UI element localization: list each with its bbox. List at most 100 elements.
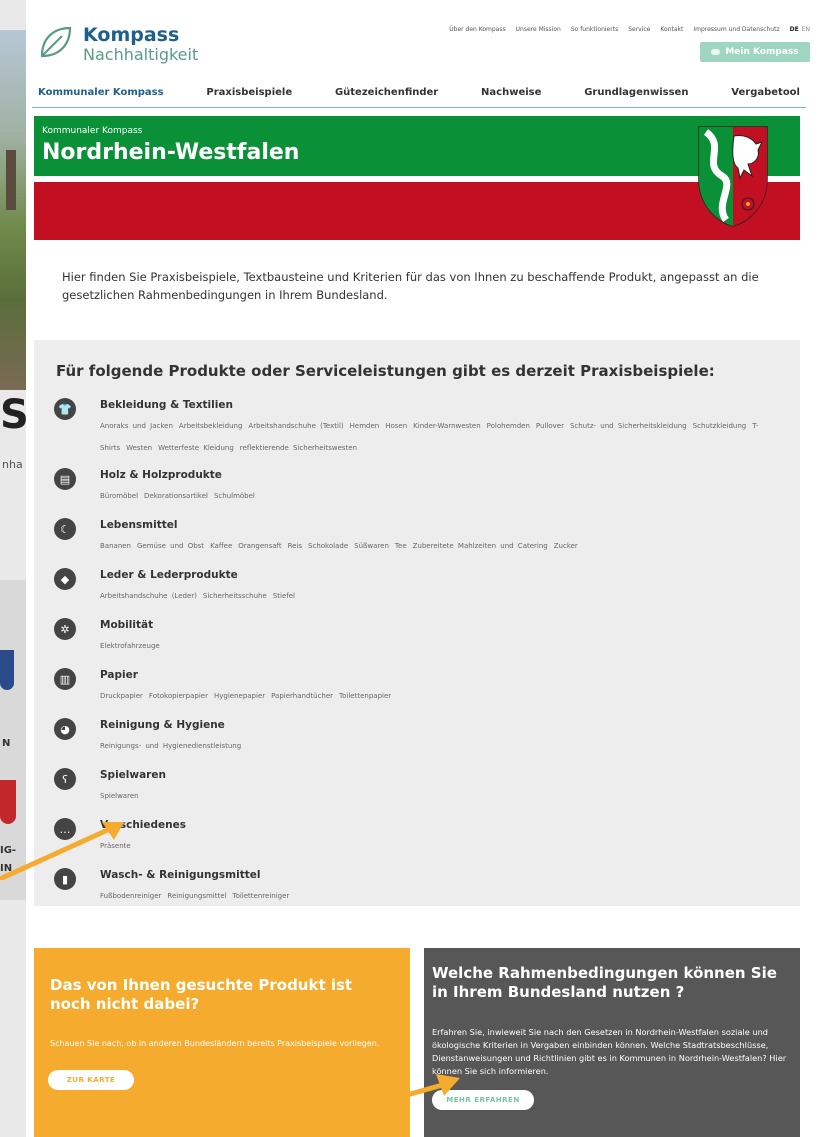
mehr-erfahren-button[interactable]: MEHR ERFAHREN <box>432 1090 534 1110</box>
nav-item-kommunaler-kompass[interactable]: Kommunaler Kompass <box>38 87 164 98</box>
category-items: Druckpapier Fotokopierpapier Hygienepapier… <box>100 685 790 707</box>
nav-item-vergabetool[interactable]: Vergabetool <box>731 87 800 98</box>
framework-text: Erfahren Sie, inwieweit Sie nach den Ges… <box>432 1027 787 1076</box>
product-link[interactable]: Präsente <box>100 842 131 850</box>
product-link[interactable]: Papierhandtücher <box>271 692 333 700</box>
top-link-mission[interactable]: Unsere Mission <box>516 26 561 33</box>
product-link[interactable]: Arbeitsbekleidung <box>179 422 243 430</box>
product-link[interactable]: Dekorationsartikel <box>144 492 208 500</box>
product-link[interactable]: Schutzkleidung <box>693 422 747 430</box>
category-items: Arbeitshandschuhe (Leder) Sicherheitsschu… <box>100 585 790 607</box>
product-link[interactable]: Schutz- und Sicherheitskleidung <box>570 422 687 430</box>
product-link[interactable]: Fußbodenreiniger <box>100 892 161 900</box>
category-title[interactable]: Holz & Holzprodukte <box>100 469 222 481</box>
product-link[interactable]: Zucker <box>554 542 578 550</box>
chat-bubble-icon <box>711 49 721 55</box>
category-title[interactable]: Papier <box>100 669 138 681</box>
nav-item-nachweise[interactable]: Nachweise <box>481 87 541 98</box>
product-link[interactable]: Toilettenreiniger <box>232 892 289 900</box>
product-link[interactable]: reflektierende Sicherheitswesten <box>240 444 357 452</box>
top-link-how[interactable]: So funktionierts <box>571 26 618 33</box>
category-items: Elektrofahrzeuge <box>100 635 790 657</box>
mein-kompass-label: Mein Kompass <box>725 47 799 57</box>
paper-icon: ▥ <box>54 668 76 690</box>
product-link[interactable]: Hygienepapier <box>214 692 265 700</box>
product-link[interactable]: Druckpapier <box>100 692 143 700</box>
product-link[interactable]: Reinigungs- und Hygienedienstleistung <box>100 742 241 750</box>
product-link[interactable]: Bananen <box>100 542 131 550</box>
category-title[interactable]: Mobilität <box>100 619 153 631</box>
leaf-logo-icon[interactable] <box>36 22 76 62</box>
hero-banner: Kommunaler Kompass Nordrhein-Westfalen <box>34 116 800 176</box>
category-title[interactable]: Spielwaren <box>100 769 166 781</box>
background-text-fragment: nha <box>2 458 23 471</box>
products-panel: Für folgende Produkte oder Serviceleistu… <box>34 340 800 906</box>
top-link-service[interactable]: Service <box>628 26 650 33</box>
product-link[interactable]: Hosen <box>385 422 407 430</box>
mein-kompass-button[interactable]: Mein Kompass <box>700 42 810 62</box>
category-title[interactable]: Reinigung & Hygiene <box>100 719 225 731</box>
product-link[interactable]: Westen <box>126 444 152 452</box>
nrw-coat-of-arms-icon <box>698 126 768 227</box>
category-title[interactable]: Lebensmittel <box>100 519 177 531</box>
top-link-imprint[interactable]: Impressum und Datenschutz <box>693 26 779 33</box>
product-link[interactable]: Fotokopierpapier <box>149 692 208 700</box>
product-link[interactable]: Elektrofahrzeuge <box>100 642 160 650</box>
product-link[interactable]: Zubereitete Mahlzeiten und Catering <box>413 542 548 550</box>
logo-title[interactable]: Kompass <box>83 24 179 46</box>
wheel-icon: ✲ <box>54 618 76 640</box>
other-states-heading: Das von Ihnen gesuchte Produkt ist noch … <box>50 976 353 1013</box>
product-link[interactable]: Reinigungsmittel <box>167 892 226 900</box>
language-de[interactable]: DE <box>790 26 799 33</box>
product-link[interactable]: Büromöbel <box>100 492 138 500</box>
top-link-about[interactable]: Über den Kompass <box>449 26 505 33</box>
background-crest-icon <box>0 780 16 824</box>
product-link[interactable]: Hemden <box>350 422 380 430</box>
product-link[interactable]: Schulmöbel <box>214 492 255 500</box>
teddy-icon: ʕ <box>54 768 76 790</box>
framework-box: Welche Rahmenbedingungen können Sie in I… <box>424 948 800 1137</box>
nav-item-guetezeichenfinder[interactable]: Gütezeichenfinder <box>335 87 438 98</box>
product-link[interactable]: Arbeitshandschuhe (Textil) <box>248 422 343 430</box>
product-link[interactable]: Gemüse und Obst <box>137 542 204 550</box>
intro-text: Hier finden Sie Praxisbeispiele, Textbau… <box>62 270 759 302</box>
product-link[interactable]: Wetterfeste Kleidung <box>158 444 234 452</box>
product-link[interactable]: Süßwaren <box>354 542 389 550</box>
top-link-contact[interactable]: Kontakt <box>660 26 683 33</box>
background-label-line: IN <box>0 863 13 874</box>
hero-subtitle: Kommunaler Kompass <box>42 126 143 136</box>
category-items: Reinigungs- und Hygienedienstleistung <box>100 735 790 757</box>
product-link[interactable]: Polohemden <box>487 422 530 430</box>
shirt-icon: 👕 <box>54 398 76 420</box>
background-crest-icon <box>0 650 14 690</box>
product-link[interactable]: Toilettenpapier <box>339 692 391 700</box>
product-link[interactable]: Pullover <box>536 422 564 430</box>
product-link[interactable]: Tee <box>395 542 407 550</box>
background-label-line: IG- <box>0 845 17 856</box>
category-title[interactable]: Leder & Lederprodukte <box>100 569 238 581</box>
wood-icon: ▤ <box>54 468 76 490</box>
nav-item-praxisbeispiele[interactable]: Praxisbeispiele <box>206 87 292 98</box>
zur-karte-button[interactable]: ZUR KARTE <box>48 1070 134 1090</box>
category-title[interactable]: Bekleidung & Textilien <box>100 399 233 411</box>
product-link[interactable]: Spielwaren <box>100 792 139 800</box>
background-label-fragment: N <box>2 738 11 749</box>
product-link[interactable]: Kinder-Warnwesten <box>413 422 481 430</box>
other-states-text: Schauen Sie nach, ob in anderen Bundeslä… <box>50 1039 380 1048</box>
product-link[interactable]: Arbeitshandschuhe (Leder) <box>100 592 197 600</box>
logo-subtitle[interactable]: Nachhaltigkeit <box>83 45 198 64</box>
category-title[interactable]: Wasch- & Reinigungsmittel <box>100 869 260 881</box>
language-en[interactable]: EN <box>802 26 810 33</box>
nav-item-grundlagenwissen[interactable]: Grundlagenwissen <box>584 87 688 98</box>
flag-stripe-red <box>34 182 800 240</box>
product-link[interactable]: Kaffee <box>210 542 232 550</box>
banana-icon: ☾ <box>54 518 76 540</box>
category-title[interactable]: Verschiedenes <box>100 819 186 831</box>
product-link[interactable]: Reis <box>288 542 302 550</box>
product-link[interactable]: Sicherheitsschuhe <box>203 592 267 600</box>
product-link[interactable]: Schokolade <box>308 542 348 550</box>
category-items: Fußbodenreiniger Reinigungsmittel Toilette… <box>100 885 790 907</box>
product-link[interactable]: Anoraks und Jacken <box>100 422 173 430</box>
product-link[interactable]: Stiefel <box>273 592 295 600</box>
product-link[interactable]: Orangensaft <box>238 542 281 550</box>
